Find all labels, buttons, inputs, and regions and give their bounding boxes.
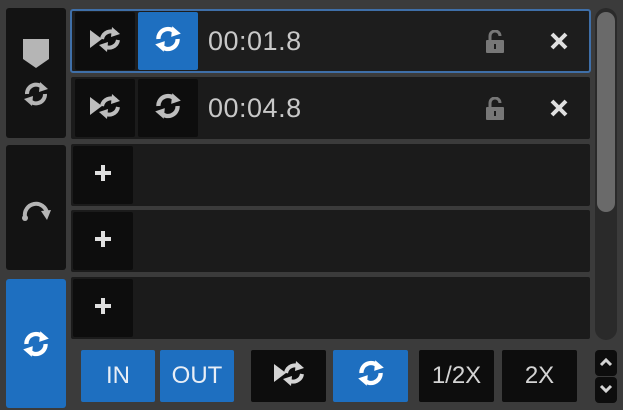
chevron-down-icon (599, 381, 613, 399)
loop-out-button[interactable]: OUT (160, 350, 234, 402)
chevron-up-icon (599, 354, 613, 372)
reloop-icon (88, 24, 122, 59)
reloop-button[interactable] (251, 350, 326, 402)
lock-open-icon[interactable] (482, 96, 508, 122)
empty-loop-slot (71, 277, 590, 339)
empty-loop-slot (71, 210, 590, 272)
loop-time: 00:04.8 (208, 93, 302, 123)
reloop-button[interactable] (75, 79, 135, 137)
lock-open-icon[interactable] (482, 29, 508, 55)
add-loop-button[interactable] (73, 279, 133, 337)
loop-icon (21, 79, 51, 109)
empty-loop-slot (71, 144, 590, 206)
loop-toggle-button[interactable] (138, 79, 198, 137)
loop-controls-bar: IN OUT 1/2X 2X (71, 346, 617, 406)
loop-icon (20, 328, 52, 360)
sidebar-item-loop[interactable] (6, 279, 66, 408)
loop-toggle-button[interactable] (138, 12, 198, 70)
loop-slot-2[interactable]: 00:04.8 (71, 77, 590, 139)
loop-panel: 00:01.8 00:04.8 IN OUT 1/2X 2X (0, 0, 623, 410)
scroll-down-button[interactable] (595, 377, 617, 403)
scroll-up-button[interactable] (595, 350, 617, 376)
sidebar-item-hotcue[interactable] (6, 8, 66, 138)
plus-icon (93, 296, 113, 321)
marker-icon (21, 37, 51, 69)
scrollbar-thumb[interactable] (597, 12, 615, 212)
reloop-icon (271, 358, 307, 395)
loop-half-button[interactable]: 1/2X (419, 350, 494, 402)
loop-time: 00:01.8 (208, 26, 302, 56)
add-loop-button[interactable] (73, 146, 133, 204)
plus-icon (93, 163, 113, 188)
close-icon[interactable] (546, 28, 572, 54)
reloop-button[interactable] (75, 12, 135, 70)
loop-icon (355, 357, 387, 396)
plus-icon (93, 229, 113, 254)
reloop-icon (88, 91, 122, 126)
add-loop-button[interactable] (73, 212, 133, 270)
roll-arc-icon (20, 193, 52, 223)
close-icon[interactable] (546, 95, 572, 121)
loop-double-button[interactable]: 2X (502, 350, 577, 402)
loop-slot-1[interactable]: 00:01.8 (70, 9, 591, 73)
loop-icon (152, 90, 184, 127)
loop-toggle-button[interactable] (333, 350, 408, 402)
loop-icon (152, 23, 184, 60)
sidebar-item-roll[interactable] (6, 145, 66, 270)
loop-in-button[interactable]: IN (81, 350, 155, 402)
